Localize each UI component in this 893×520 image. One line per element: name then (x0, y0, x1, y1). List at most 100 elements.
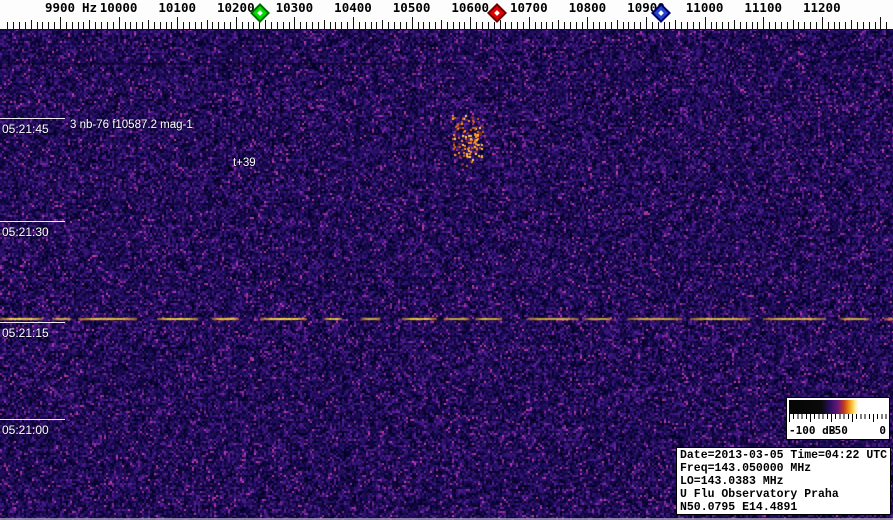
ruler-tick (365, 22, 366, 29)
ruler-tick (781, 22, 782, 29)
colorbar-gradient[interactable] (789, 400, 887, 414)
ruler-tick (623, 22, 624, 29)
ruler-tick (740, 22, 741, 29)
time-tick-line (0, 118, 65, 119)
spectrogram-window: Hz 9900100001010010200103001040010500106… (0, 0, 893, 520)
time-tick-line (0, 322, 65, 323)
ruler-tick (787, 22, 788, 29)
ruler-tick-label: 10300 (276, 0, 314, 15)
marker-core-dot (257, 10, 263, 16)
ruler-tick (78, 22, 79, 29)
ruler-tick (382, 20, 383, 29)
ruler-tick (634, 22, 635, 29)
ruler-tick (300, 22, 301, 29)
time-label: 05:21:15 (2, 326, 49, 340)
ruler-tick (687, 22, 688, 29)
ruler-tick (289, 22, 290, 29)
ruler-tick (224, 22, 225, 29)
ruler-tick (248, 22, 249, 29)
ruler-tick (66, 22, 67, 29)
ruler-tick (617, 20, 618, 29)
ruler-tick (804, 22, 805, 29)
info-line: Freq=143.050000 MHz (680, 462, 890, 475)
ruler-tick (541, 22, 542, 29)
ruler-tick (189, 22, 190, 29)
ruler-tick (388, 22, 389, 29)
ruler-tick (19, 22, 20, 29)
time-label: 05:21:00 (2, 423, 49, 437)
ruler-tick (470, 17, 471, 29)
ruler-tick (628, 22, 629, 29)
ruler-tick (511, 22, 512, 29)
ruler-tick (593, 22, 594, 29)
ruler-tick-label: 10700 (510, 0, 548, 15)
ruler-tick (728, 22, 729, 29)
frequency-ruler: Hz 9900100001010010200103001040010500106… (0, 0, 893, 30)
ruler-tick (130, 22, 131, 29)
ruler-tick (177, 17, 178, 29)
colorbar-label-mid: -50 (828, 424, 848, 437)
ruler-tick (869, 22, 870, 29)
ruler-tick (183, 22, 184, 29)
ruler-tick (675, 20, 676, 29)
ruler-tick (142, 22, 143, 29)
ruler-tick (763, 17, 764, 29)
ruler-tick (212, 22, 213, 29)
ruler-tick (681, 22, 682, 29)
ruler-tick-label: 10800 (569, 0, 607, 15)
ruler-tick (793, 20, 794, 29)
ruler-tick (13, 22, 14, 29)
ruler-tick (394, 22, 395, 29)
ruler-tick (857, 22, 858, 29)
ruler-tick (265, 20, 266, 29)
ruler-tick (435, 22, 436, 29)
ruler-tick (253, 22, 254, 29)
ruler-tick (330, 22, 331, 29)
ruler-tick (769, 22, 770, 29)
ruler-tick (798, 22, 799, 29)
ruler-tick (605, 22, 606, 29)
ruler-tick-label: 10000 (100, 0, 138, 15)
ruler-tick (48, 22, 49, 29)
ruler-tick (324, 20, 325, 29)
ruler-tick-label: 10100 (158, 0, 196, 15)
ruler-tick (201, 22, 202, 29)
ruler-tick (845, 22, 846, 29)
ruler-tick (505, 22, 506, 29)
ruler-tick (335, 22, 336, 29)
ruler-tick (886, 22, 887, 29)
ruler-tick (839, 22, 840, 29)
ruler-tick (423, 22, 424, 29)
ruler-tick (640, 22, 641, 29)
ruler-tick (652, 22, 653, 29)
ruler-tick (171, 22, 172, 29)
ruler-tick (72, 22, 73, 29)
ruler-tick (746, 22, 747, 29)
ruler-tick (599, 22, 600, 29)
ruler-tick (464, 22, 465, 29)
marker-core-dot (658, 10, 664, 16)
ruler-tick (119, 17, 120, 29)
ruler-tick (101, 22, 102, 29)
observatory-info-box: Date=2013-03-05 Time=04:22 UTCFreq=143.0… (676, 447, 891, 515)
ruler-tick (576, 22, 577, 29)
ruler-tick (851, 20, 852, 29)
ruler-tick (775, 22, 776, 29)
ruler-tick (400, 22, 401, 29)
ruler-tick-label: 11200 (803, 0, 841, 15)
ruler-tick (353, 17, 354, 29)
ruler-tick (125, 22, 126, 29)
ruler-tick (441, 20, 442, 29)
meteor-annotation: t+39 (233, 157, 256, 169)
ruler-tick (207, 20, 208, 29)
red-marker[interactable] (487, 3, 507, 23)
ruler-tick-label: 10500 (393, 0, 431, 15)
ruler-tick (722, 22, 723, 29)
ruler-tick-label: 10400 (334, 0, 372, 15)
ruler-tick (664, 22, 665, 29)
ruler-tick (476, 22, 477, 29)
time-label: 05:21:45 (2, 122, 49, 136)
ruler-tick (552, 22, 553, 29)
ruler-tick (42, 22, 43, 29)
ruler-tick (711, 22, 712, 29)
